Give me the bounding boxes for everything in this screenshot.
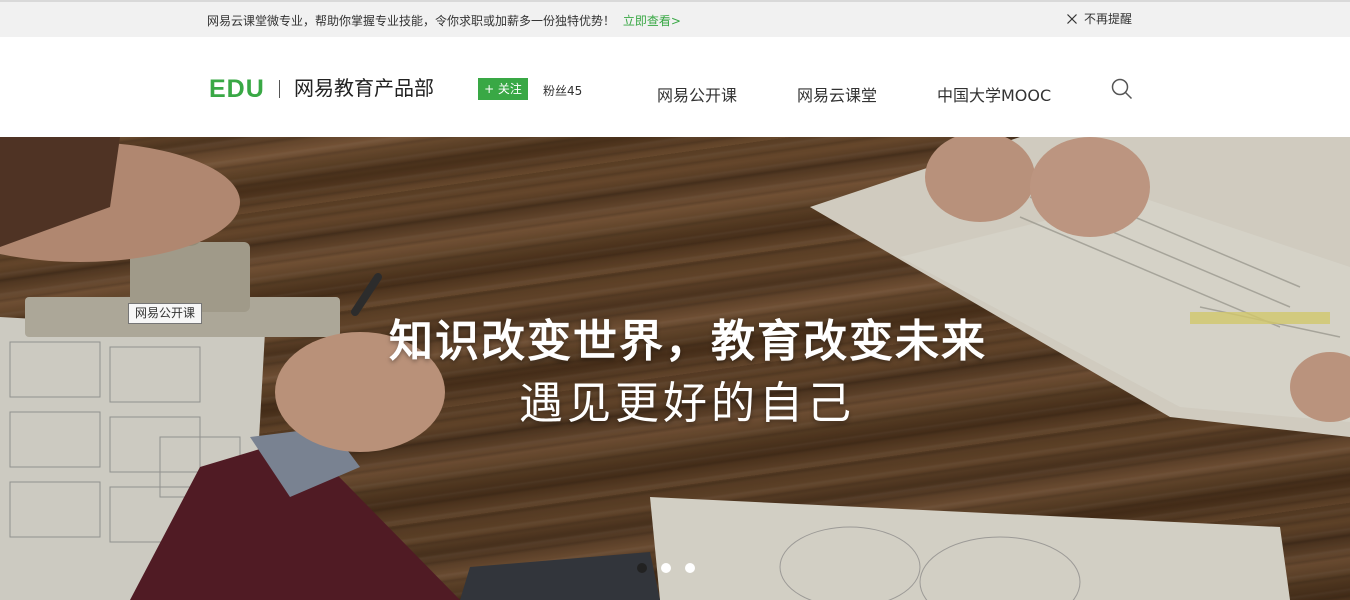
logo-divider [279, 80, 280, 98]
banner-headline: 知识改变世界，教育改变未来 [389, 316, 987, 367]
banner-subline: 遇见更好的自己 [519, 378, 855, 429]
header: EDU 网易教育产品部 + 关注 粉丝45 网易公开课 网易云课堂 中国大学MO… [0, 37, 1350, 137]
fans-count: 粉丝45 [543, 84, 583, 98]
notice-text: 网易云课堂微专业，帮助你掌握专业技能，令你求职或加薪多一份独特优势！ [207, 14, 616, 28]
dismiss-notice-button[interactable]: 不再提醒 [1066, 10, 1132, 27]
nav-china-mooc[interactable]: 中国大学MOOC [937, 82, 1051, 106]
notice-bar: 网易云课堂微专业，帮助你掌握专业技能，令你求职或加薪多一份独特优势！ 立即查看>… [0, 0, 1350, 37]
carousel-dot-3[interactable] [685, 563, 695, 573]
carousel-dot-1[interactable] [637, 563, 647, 573]
edu-logo[interactable]: EDU [209, 76, 265, 102]
view-now-link[interactable]: 立即查看> [623, 14, 681, 28]
nav-cloud-classroom[interactable]: 网易云课堂 [797, 82, 877, 106]
notice-message: 网易云课堂微专业，帮助你掌握专业技能，令你求职或加薪多一份独特优势！ 立即查看> [207, 12, 681, 29]
hero-banner[interactable]: 知识改变世界，教育改变未来 遇见更好的自己 网易公开课 [0, 137, 1350, 600]
close-icon [1067, 13, 1077, 24]
follow-button[interactable]: + 关注 [478, 78, 528, 100]
site-name[interactable]: 网易教育产品部 [294, 75, 434, 101]
tooltip: 网易公开课 [128, 303, 203, 324]
search-icon[interactable] [1111, 78, 1133, 100]
carousel-dot-2[interactable] [661, 563, 671, 573]
dismiss-label: 不再提醒 [1084, 12, 1133, 26]
nav-open-course[interactable]: 网易公开课 [657, 82, 737, 106]
carousel-dots [637, 563, 695, 573]
